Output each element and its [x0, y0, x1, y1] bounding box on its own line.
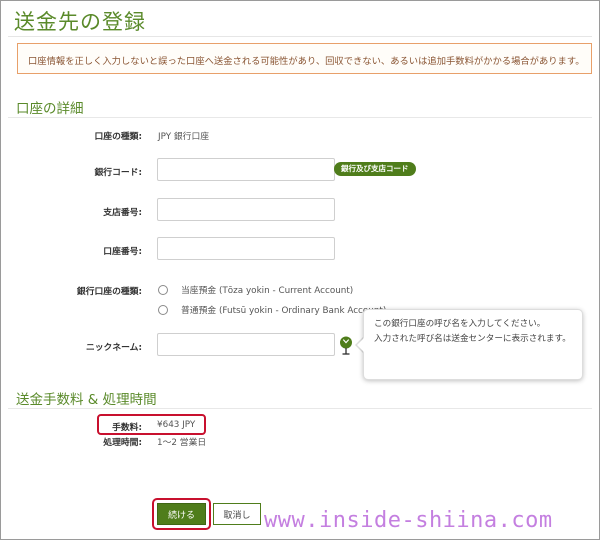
section-divider [8, 408, 592, 409]
account-type-label: 口座の種類: [94, 132, 142, 142]
radio-option-label: 当座預金 (Tōza yokin - Current Account) [181, 286, 354, 296]
radio-button[interactable] [158, 284, 168, 295]
warning-banner: 口座情報を正しく入力しないと誤った口座へ送金される可能性があり、回収できない、あ… [17, 43, 592, 74]
radio-option-label: 普通預金 (Futsū yokin - Ordinary Bank Accoun… [181, 306, 387, 316]
bank-code-input[interactable] [157, 158, 335, 181]
title-divider [8, 36, 592, 37]
bank-code-label: 銀行コード: [94, 168, 142, 178]
bank-account-kind-label: 銀行口座の種類: [76, 287, 142, 297]
help-pin-icon[interactable] [338, 336, 354, 356]
nickname-label: ニックネーム: [85, 343, 142, 353]
nickname-input[interactable] [157, 333, 335, 356]
account-number-input[interactable] [157, 237, 335, 260]
radio-button[interactable] [158, 304, 168, 315]
tooltip-line: この銀行口座の呼び名を入力してください。 [374, 319, 546, 329]
branch-number-label: 支店番号: [103, 208, 142, 218]
account-details-heading: 口座の詳細 [16, 101, 84, 117]
account-type-value: JPY 銀行口座 [158, 132, 210, 142]
watermark-text: www.inside-shiina.com [264, 508, 553, 533]
nickname-tooltip: この銀行口座の呼び名を入力してください。 入力された呼び名は送金センターに表示さ… [363, 309, 583, 380]
processing-time-value: 1～2 営業日 [157, 438, 207, 448]
radio-option-current[interactable]: 当座預金 (Tōza yokin - Current Account) [158, 283, 353, 296]
continue-button[interactable]: 続ける [157, 503, 206, 525]
section-divider [8, 117, 592, 118]
bank-branch-code-button[interactable]: 銀行及び支店コード [334, 162, 416, 176]
tooltip-line: 入力された呼び名は送金センターに表示されます。 [374, 334, 571, 344]
radio-option-ordinary[interactable]: 普通預金 (Futsū yokin - Ordinary Bank Accoun… [158, 303, 386, 316]
cancel-button[interactable]: 取消し [213, 503, 261, 525]
screenshot-frame [0, 0, 600, 540]
fee-highlight-box [97, 414, 206, 435]
processing-time-label: 処理時間: [103, 438, 142, 448]
account-number-label: 口座番号: [103, 247, 142, 257]
tooltip-arrow-inner [357, 338, 364, 352]
branch-number-input[interactable] [157, 198, 335, 221]
fees-heading: 送金手数料 & 処理時間 [16, 392, 157, 408]
page-title: 送金先の登録 [14, 10, 146, 34]
